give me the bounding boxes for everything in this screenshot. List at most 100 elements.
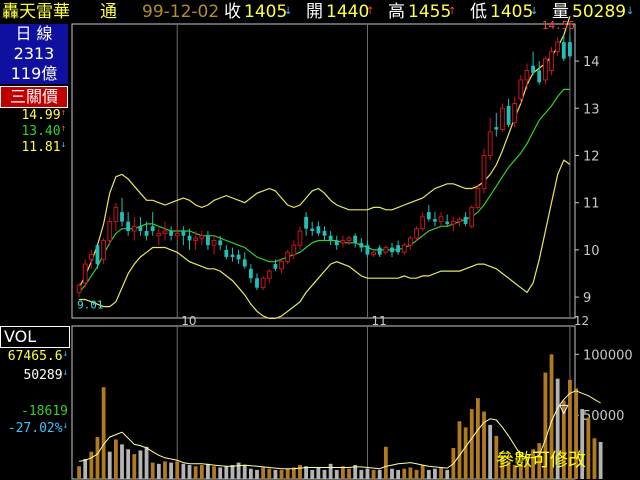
candle-body: [101, 239, 107, 260]
y-tick-label: 14: [583, 55, 600, 70]
y-tick-label: 9: [583, 291, 591, 306]
candle-body: [549, 51, 554, 71]
volume-bar: [390, 468, 394, 479]
volume-bar: [371, 469, 376, 479]
volume-bar: [242, 465, 247, 479]
candle-body: [316, 226, 321, 234]
volume-bar: [475, 398, 480, 479]
settings-hint[interactable]: 參數可修改: [496, 446, 586, 472]
vol-pct-value: -27.02%↓: [7, 421, 68, 436]
volume-bar: [359, 469, 364, 479]
candle-body: [414, 228, 419, 239]
candle-body: [401, 244, 407, 253]
price-panel-frame: [71, 23, 576, 319]
candle-body: [438, 216, 444, 223]
volume-bar: [328, 463, 333, 479]
candle-body: [426, 212, 431, 220]
volume-indicator-selector[interactable]: VOL: [0, 326, 70, 348]
volume-bar: [212, 466, 216, 479]
candle-body: [463, 216, 468, 224]
volume-bar: [341, 466, 345, 479]
volume-bar: [138, 450, 143, 479]
volume-bar: [592, 438, 597, 479]
candle-body: [76, 284, 82, 293]
candle-body: [377, 247, 382, 255]
price-annotation: 9.01: [77, 299, 104, 312]
candle-body: [181, 231, 186, 236]
candle-body: [506, 105, 511, 125]
volume-bar: [488, 424, 493, 479]
candle-body: [248, 268, 253, 279]
volume-bar: [383, 446, 388, 479]
volume-bar: [107, 451, 112, 479]
candle-body: [340, 239, 346, 244]
candle-body: [537, 70, 542, 83]
candle-body: [518, 79, 524, 100]
candle-body: [457, 218, 462, 223]
volume-bar: [304, 466, 308, 479]
candle-body: [475, 188, 481, 208]
candle-body: [242, 259, 247, 267]
volume-bar: [285, 468, 290, 479]
indicator-selector[interactable]: 三關價: [0, 86, 68, 108]
stock-chart[interactable]: 10 11 1291011121314500001000009.0114.55: [0, 0, 640, 480]
volume-bar: [433, 468, 437, 479]
candle-body: [273, 264, 278, 269]
volume-bar: [175, 461, 180, 479]
candle-body: [297, 230, 303, 246]
candle-body: [420, 216, 426, 230]
volume-bar: [414, 469, 419, 479]
down-arrow-icon: ↓: [62, 368, 68, 378]
volume-bar: [298, 465, 302, 479]
x-tick-label: 11: [371, 314, 386, 328]
candle-body: [187, 235, 192, 241]
volume-bar: [291, 467, 296, 479]
candle-body: [88, 254, 94, 260]
candle-body: [224, 249, 229, 257]
candle-body: [365, 245, 370, 255]
candle-body: [304, 216, 308, 229]
volume-bar: [77, 466, 81, 479]
period-box[interactable]: 日 線 2313 119億: [0, 24, 68, 84]
candle-body: [131, 225, 137, 232]
volume-bar: [402, 468, 407, 479]
candle-body: [396, 245, 401, 253]
candle-body: [322, 231, 327, 236]
price-annotation: 14.55: [542, 19, 575, 32]
candle-body: [236, 254, 241, 260]
upper-band-value: 14.99↑: [21, 108, 66, 123]
candle-body: [407, 237, 413, 246]
x-tick-label: 10: [181, 314, 196, 328]
candle-body: [144, 231, 149, 236]
candle-body: [450, 221, 456, 225]
candle-body: [150, 226, 155, 232]
candle-body: [383, 247, 389, 253]
volume-bar: [224, 466, 229, 479]
candle-body: [334, 240, 339, 246]
candle-body: [199, 235, 205, 239]
candle-body: [500, 107, 505, 131]
volume-bar: [218, 467, 223, 479]
candle-body: [126, 221, 131, 232]
candle-body: [487, 131, 493, 156]
down-arrow-icon: ↓: [62, 349, 68, 359]
volume-bar: [420, 465, 425, 479]
candle-body: [561, 42, 566, 59]
down-arrow-icon: ↓: [60, 140, 66, 150]
volume-bar: [132, 454, 137, 479]
volume-bar: [126, 449, 131, 479]
volume-bar: [365, 468, 370, 479]
candle-body: [353, 235, 358, 243]
lower-band-value: 11.81↓: [21, 140, 66, 155]
candle-body: [113, 206, 119, 223]
volume-bar: [408, 467, 413, 479]
volume-bar: [83, 458, 88, 479]
volume-bar: [150, 462, 155, 479]
candle-body: [542, 58, 548, 81]
volume-bar: [261, 467, 266, 479]
candle-body: [95, 245, 100, 265]
volume-bar: [316, 467, 321, 479]
candle-body: [255, 278, 259, 288]
volume-bar: [586, 417, 591, 479]
candle-body: [494, 127, 499, 130]
